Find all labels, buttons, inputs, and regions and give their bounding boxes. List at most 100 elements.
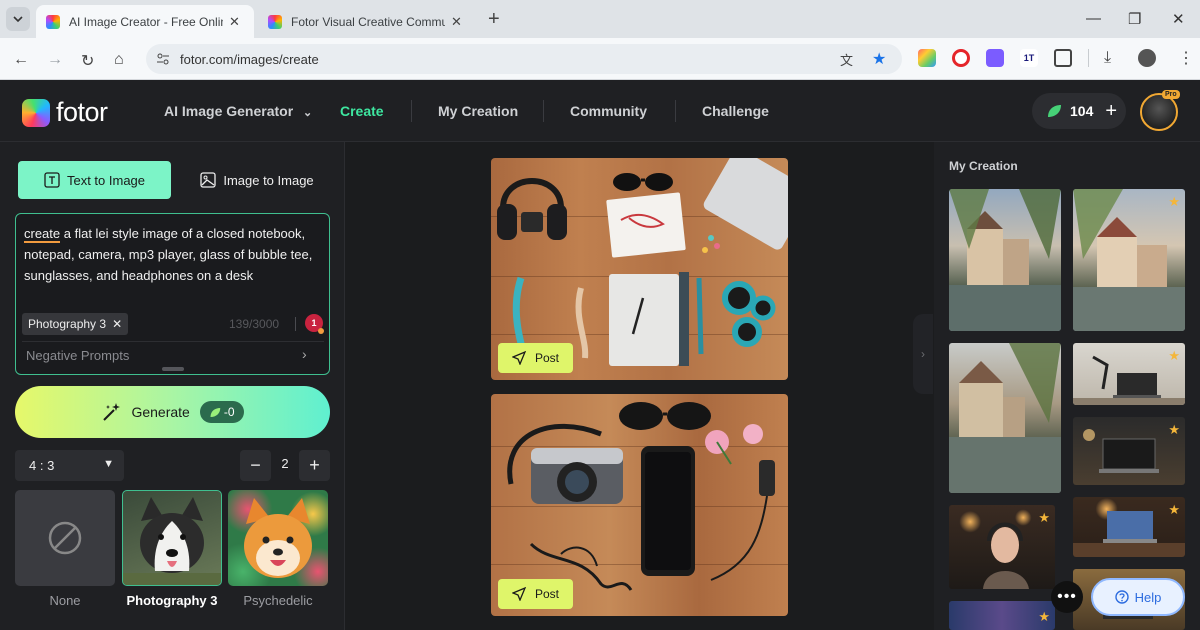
- pro-badge: Pro: [1162, 90, 1180, 99]
- browser-tab-bar: AI Image Creator - Free Online ✕ Fotor V…: [0, 0, 1200, 38]
- style-label-photography-3: Photography 3: [126, 593, 218, 608]
- tab-text-to-image[interactable]: Text to Image: [18, 161, 171, 199]
- logo-text: fotor: [56, 97, 108, 127]
- credits-pill[interactable]: 104 +: [1032, 93, 1126, 129]
- creation-thumbnail-1[interactable]: [949, 189, 1061, 331]
- negative-prompts-toggle[interactable]: Negative Prompts: [26, 348, 129, 363]
- nav-ai-image-generator[interactable]: AI Image Generator ⌄: [164, 103, 312, 119]
- prompt-box[interactable]: create a flat lei style image of a close…: [15, 213, 330, 375]
- chevron-down-icon: [13, 16, 23, 23]
- help-button[interactable]: Help: [1091, 578, 1185, 616]
- fotor-logo-mark-icon: [22, 98, 50, 127]
- aspect-ratio-select[interactable]: 4 : 3 ▼: [15, 450, 124, 481]
- nav-challenge[interactable]: Challenge: [702, 103, 769, 119]
- extension-icon[interactable]: 1T: [1020, 49, 1038, 67]
- forward-arrow-icon[interactable]: →: [47, 51, 63, 69]
- site-settings-icon[interactable]: [156, 52, 170, 66]
- creation-thumbnail-2[interactable]: ★: [1073, 189, 1185, 331]
- app-header: fotor AI Image Generator ⌄ Create My Cre…: [0, 80, 1200, 142]
- fotor-favicon-icon: [46, 14, 60, 29]
- favorite-star-icon[interactable]: ★: [1038, 510, 1050, 526]
- chip-label: Photography 3: [28, 317, 107, 331]
- fotor-favicon-icon: [268, 14, 282, 29]
- prompt-underlined-word: create: [24, 226, 61, 243]
- style-option-psychedelic[interactable]: [228, 490, 328, 586]
- post-button[interactable]: Post: [498, 343, 574, 373]
- window-close-button[interactable]: ✕: [1172, 10, 1185, 28]
- creation-thumbnail-9[interactable]: ★: [949, 601, 1055, 630]
- fotor-logo[interactable]: fotor: [22, 97, 108, 128]
- send-icon: [512, 587, 526, 601]
- extension-icon[interactable]: [986, 49, 1004, 67]
- chevron-down-icon: ⌄: [303, 107, 313, 119]
- chevron-right-icon[interactable]: ›: [302, 346, 307, 362]
- add-credits-icon[interactable]: +: [1105, 100, 1117, 123]
- close-icon[interactable]: ✕: [451, 14, 462, 30]
- favorite-star-icon[interactable]: ★: [1168, 422, 1180, 438]
- generated-image-1[interactable]: Post: [491, 158, 788, 380]
- collapse-panel-handle[interactable]: ›: [913, 314, 933, 394]
- reload-icon[interactable]: ↻: [81, 51, 94, 71]
- nav-my-creation[interactable]: My Creation: [438, 103, 518, 119]
- back-arrow-icon[interactable]: ←: [13, 51, 29, 69]
- canal-houses-image: [949, 189, 1061, 331]
- favorite-star-icon[interactable]: ★: [1168, 502, 1180, 518]
- prompt-textarea[interactable]: create a flat lei style image of a close…: [24, 223, 324, 286]
- generate-cost-badge: -0: [199, 401, 244, 423]
- favorite-star-icon[interactable]: ★: [1168, 194, 1180, 210]
- creation-thumbnail-3[interactable]: [949, 343, 1061, 493]
- nav-divider: [543, 100, 544, 122]
- close-icon[interactable]: ✕: [112, 317, 122, 331]
- favorite-star-icon[interactable]: ★: [1168, 348, 1180, 364]
- opera-icon[interactable]: [952, 49, 970, 67]
- creation-thumbnail-4[interactable]: ★: [1073, 343, 1185, 405]
- nav-community[interactable]: Community: [570, 103, 647, 119]
- download-icon[interactable]: ⤓: [1104, 49, 1111, 67]
- tab-title: Fotor Visual Creative Communi: [291, 14, 445, 29]
- resize-handle[interactable]: [162, 367, 184, 371]
- quantity-decrement-button[interactable]: −: [240, 450, 271, 481]
- kebab-menu-icon[interactable]: ⋮: [1178, 48, 1194, 68]
- new-tab-button[interactable]: +: [488, 8, 500, 31]
- style-chip[interactable]: Photography 3 ✕: [22, 313, 129, 335]
- extension-icon[interactable]: [918, 49, 936, 67]
- no-style-icon: [48, 521, 82, 555]
- puzzle-icon[interactable]: [1054, 49, 1072, 67]
- more-options-button[interactable]: •••: [1051, 581, 1083, 613]
- minimize-button[interactable]: —: [1086, 10, 1101, 27]
- leaf-icon: [1048, 105, 1061, 117]
- browser-tab-1[interactable]: AI Image Creator - Free Online ✕: [36, 5, 254, 38]
- style-option-none[interactable]: [15, 490, 115, 586]
- bookmark-star-icon[interactable]: ★: [872, 49, 886, 69]
- generate-label: Generate: [131, 404, 190, 420]
- profile-icon[interactable]: [1138, 49, 1156, 67]
- canal-houses-image: [1073, 189, 1185, 331]
- nav-label: AI Image Generator: [164, 103, 294, 119]
- generate-button[interactable]: Generate -0: [15, 386, 330, 438]
- style-option-photography-3[interactable]: [122, 490, 222, 586]
- creation-thumbnail-7[interactable]: ★: [1073, 497, 1185, 557]
- text-icon: [44, 172, 60, 188]
- nav-create[interactable]: Create: [340, 103, 384, 119]
- canal-houses-image: [949, 343, 1061, 493]
- translate-icon[interactable]: ⽂: [840, 50, 853, 69]
- style-label-none: None: [49, 593, 81, 608]
- post-button[interactable]: Post: [498, 579, 574, 609]
- creation-thumbnail-6[interactable]: ★: [949, 505, 1055, 589]
- browser-tab-2[interactable]: Fotor Visual Creative Communi ✕: [258, 5, 480, 38]
- tab-label: Image to Image: [223, 172, 314, 188]
- maximize-button[interactable]: ❐: [1128, 10, 1141, 28]
- shiba-dog-image: [244, 498, 312, 578]
- nav-divider: [411, 100, 412, 122]
- favorite-star-icon[interactable]: ★: [1038, 609, 1050, 625]
- count-divider: [295, 317, 296, 331]
- tab-image-to-image[interactable]: Image to Image: [187, 161, 327, 199]
- generated-image-2[interactable]: Post: [491, 394, 788, 616]
- home-icon[interactable]: ⌂: [114, 51, 124, 69]
- address-bar[interactable]: fotor.com/images/create ⽂ ★: [146, 44, 902, 74]
- tab-search-button[interactable]: [6, 7, 30, 31]
- quantity-increment-button[interactable]: +: [299, 450, 330, 481]
- image-icon: [200, 172, 216, 188]
- creation-thumbnail-5[interactable]: ★: [1073, 417, 1185, 485]
- close-icon[interactable]: ✕: [229, 14, 240, 30]
